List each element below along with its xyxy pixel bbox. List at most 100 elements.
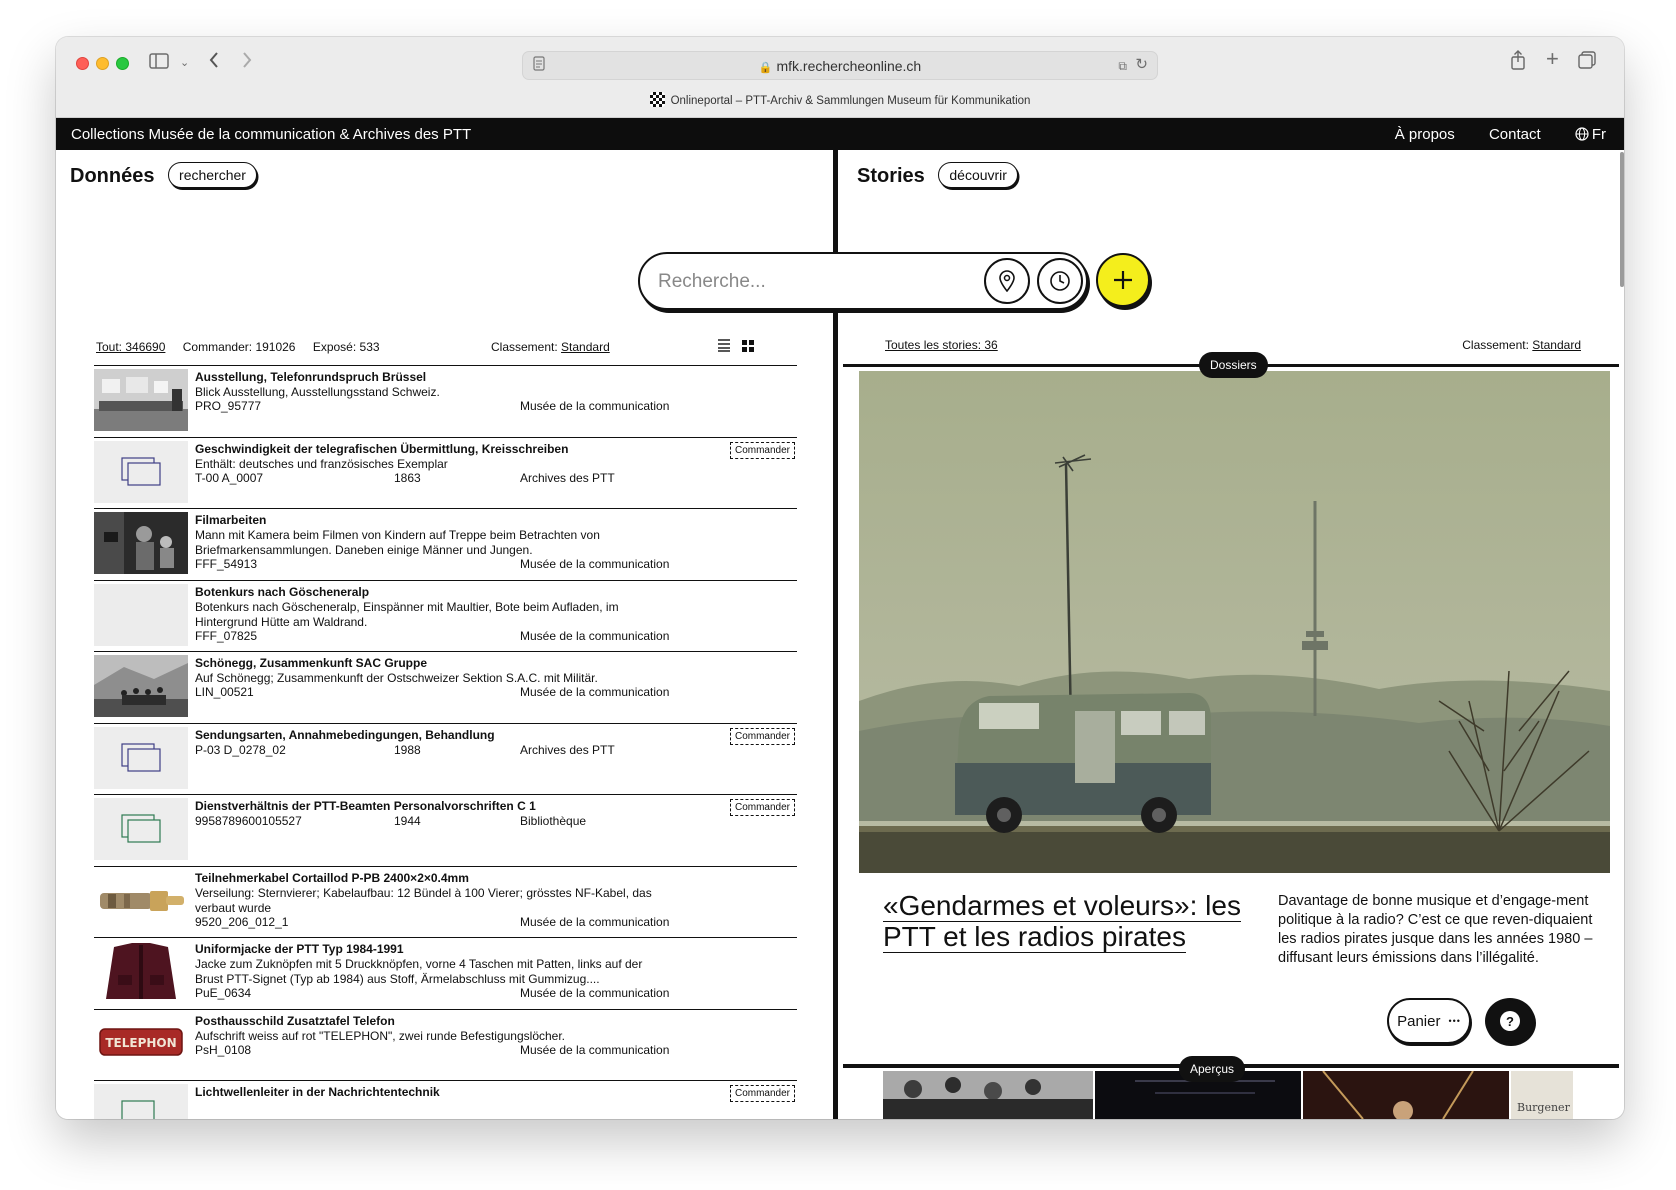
stories-sort-control[interactable]: Classement: Standard xyxy=(1462,338,1581,352)
address-bar[interactable]: 🔒 mfk.rechercheonline.ch ⧉ ↻ xyxy=(522,51,1158,80)
result-title[interactable]: Uniformjacke der PTT Typ 1984-1991 xyxy=(195,942,404,956)
preview-tile[interactable] xyxy=(883,1071,1093,1119)
preview-tile[interactable]: Burgener xyxy=(1511,1071,1573,1119)
result-description: Enthält: deutsches und französisches Exe… xyxy=(195,456,448,471)
result-source: Musée de la communication xyxy=(520,557,670,571)
sort-control[interactable]: Classement: Standard xyxy=(491,340,610,354)
cart-label: Panier xyxy=(1397,1012,1441,1030)
apercus-badge: Aperçus xyxy=(1179,1056,1246,1082)
result-title[interactable]: Geschwindigkeit der telegrafischen Überm… xyxy=(195,442,568,456)
result-title[interactable]: Schönegg, Zusammenkunft SAC Gruppe xyxy=(195,656,427,670)
chevron-right-icon[interactable] xyxy=(241,51,253,74)
result-thumbnail xyxy=(94,798,188,860)
language-switch[interactable]: Fr xyxy=(1575,126,1606,143)
result-row[interactable]: Lichtwellenleiter in der Nachrichtentech… xyxy=(94,1080,797,1119)
dossiers-badge: Dossiers xyxy=(1199,352,1268,378)
result-year: 1944 xyxy=(394,814,421,828)
list-view-icon[interactable] xyxy=(717,338,731,352)
help-icon: ? xyxy=(1500,1011,1520,1031)
chevron-left-icon[interactable] xyxy=(208,51,220,74)
decouvrir-button[interactable]: découvrir xyxy=(938,162,1018,188)
telephon-sign-text: TELEPHON xyxy=(105,1036,176,1050)
result-thumbnail xyxy=(94,869,188,932)
active-tab[interactable]: Onlineportal – PTT-Archiv & Sammlungen M… xyxy=(56,92,1624,107)
story-hero-image[interactable] xyxy=(859,371,1610,873)
result-id: FFF_54913 xyxy=(195,557,258,571)
result-description: Verseilung: Sternvierer; Kabelaufbau: 12… xyxy=(195,885,652,915)
tab-title: Onlineportal – PTT-Archiv & Sammlungen M… xyxy=(670,95,1031,107)
result-title[interactable]: Teilnehmerkabel Cortaillod P-PB 2400×2×0… xyxy=(195,871,469,885)
filter-all[interactable]: Tout: 346690 xyxy=(96,340,165,354)
result-row[interactable]: Filmarbeiten Mann mit Kamera beim Filmen… xyxy=(94,508,797,580)
nav-about[interactable]: À propos xyxy=(1395,126,1455,143)
commander-button[interactable]: Commander xyxy=(729,727,795,745)
result-title[interactable]: Dienstverhältnis der PTT-Beamten Persona… xyxy=(195,799,536,813)
filter-order[interactable]: Commander: 191026 xyxy=(183,340,296,354)
rechercher-button[interactable]: rechercher xyxy=(168,162,257,188)
result-row[interactable]: Schönegg, Zusammenkunft SAC Gruppe Auf S… xyxy=(94,651,797,723)
result-row[interactable]: Teilnehmerkabel Cortaillod P-PB 2400×2×0… xyxy=(94,865,797,938)
filter-exposed[interactable]: Exposé: 533 xyxy=(313,340,380,354)
result-row[interactable]: Uniformjacke der PTT Typ 1984-1991 Jacke… xyxy=(94,937,797,1009)
result-row[interactable]: Ausstellung, Telefonrundspruch Brüssel B… xyxy=(94,365,797,437)
result-id: PuE_0634 xyxy=(195,986,252,1000)
result-title[interactable]: Filmarbeiten xyxy=(195,513,266,527)
close-window-button[interactable] xyxy=(76,57,89,70)
time-filter-button[interactable] xyxy=(1037,258,1083,304)
result-title[interactable]: Ausstellung, Telefonrundspruch Brüssel xyxy=(195,370,426,384)
stories-heading: Stories découvrir xyxy=(857,162,1018,188)
site-header: Collections Musée de la communication & … xyxy=(56,118,1624,150)
nav-contact[interactable]: Contact xyxy=(1489,126,1541,143)
site-title[interactable]: Collections Musée de la communication & … xyxy=(71,126,471,143)
result-stats: Tout: 346690 Commander: 191026 Exposé: 5… xyxy=(96,338,754,354)
commander-button[interactable]: Commander xyxy=(729,1085,795,1102)
result-source: Musée de la communication xyxy=(520,685,670,699)
result-row[interactable]: Sendungsarten, Annahmebedingungen, Behan… xyxy=(94,722,797,795)
story-title[interactable]: «Gendarmes et voleurs»: les PTT et les r… xyxy=(883,890,1250,953)
stories-sort-value[interactable]: Standard xyxy=(1532,338,1581,352)
sidebar-icon[interactable] xyxy=(149,53,169,74)
help-button[interactable]: ? xyxy=(1485,998,1535,1044)
result-row[interactable]: TELEPHON Posthausschild Zusatztafel Tele… xyxy=(94,1008,797,1081)
search-input[interactable] xyxy=(658,271,968,293)
result-row[interactable]: Dienstverhältnis der PTT-Beamten Persona… xyxy=(94,794,797,866)
result-source: Bibliothèque xyxy=(520,814,587,828)
result-title[interactable]: Lichtwellenleiter in der Nachrichtentech… xyxy=(195,1085,440,1099)
stories-count[interactable]: Toutes les stories: 36 xyxy=(885,338,998,352)
zoom-window-button[interactable] xyxy=(116,57,129,70)
result-id: PRO_95777 xyxy=(195,399,262,413)
new-tab-icon[interactable]: + xyxy=(1546,48,1559,70)
result-id: PsH_0108 xyxy=(195,1042,252,1057)
story-title-text: «Gendarmes et voleurs»: les PTT et les r… xyxy=(883,890,1241,953)
lock-icon: 🔒 xyxy=(758,62,773,74)
minimize-window-button[interactable] xyxy=(96,57,109,70)
commander-button[interactable]: Commander xyxy=(729,799,795,816)
grid-view-icon[interactable] xyxy=(742,340,754,352)
location-pin-icon xyxy=(999,270,1015,292)
location-filter-button[interactable] xyxy=(984,258,1030,304)
result-title[interactable]: Botenkurs nach Göscheneralp xyxy=(195,585,369,599)
cart-button[interactable]: Panier ••• xyxy=(1387,998,1471,1044)
preview-tile[interactable] xyxy=(1303,1071,1509,1119)
sort-value[interactable]: Standard xyxy=(561,340,610,354)
site-favicon-icon xyxy=(649,92,665,107)
result-row[interactable]: Botenkurs nach Göscheneralp Botenkurs na… xyxy=(94,579,797,652)
chevron-down-icon[interactable]: ⌄ xyxy=(180,53,189,73)
result-title[interactable]: Posthausschild Zusatztafel Telefon xyxy=(195,1014,395,1028)
result-source: Archives des PTT xyxy=(520,470,615,485)
page-scrollbar[interactable] xyxy=(1620,152,1624,287)
globe-icon xyxy=(1575,127,1589,141)
reload-icon[interactable]: ↻ xyxy=(1135,55,1148,75)
translate-icon[interactable]: ⧉ xyxy=(1118,56,1127,76)
result-thumbnail xyxy=(94,1084,188,1119)
share-icon[interactable] xyxy=(1510,50,1526,75)
stories-heading-label: Stories xyxy=(857,165,925,187)
result-title[interactable]: Sendungsarten, Annahmebedingungen, Behan… xyxy=(195,728,495,742)
result-row[interactable]: Geschwindigkeit der telegrafischen Überm… xyxy=(94,436,797,509)
add-button[interactable] xyxy=(1096,253,1150,307)
result-id: FFF_07825 xyxy=(195,628,258,643)
result-description: Mann mit Kamera beim Filmen von Kindern … xyxy=(195,528,600,557)
tabs-overview-icon[interactable] xyxy=(1578,51,1596,74)
commander-button[interactable]: Commander xyxy=(729,441,795,459)
browser-window: ⌄ 🔒 mfk.rechercheonline.ch ⧉ ↻ + Onlinepo… xyxy=(56,37,1624,1119)
